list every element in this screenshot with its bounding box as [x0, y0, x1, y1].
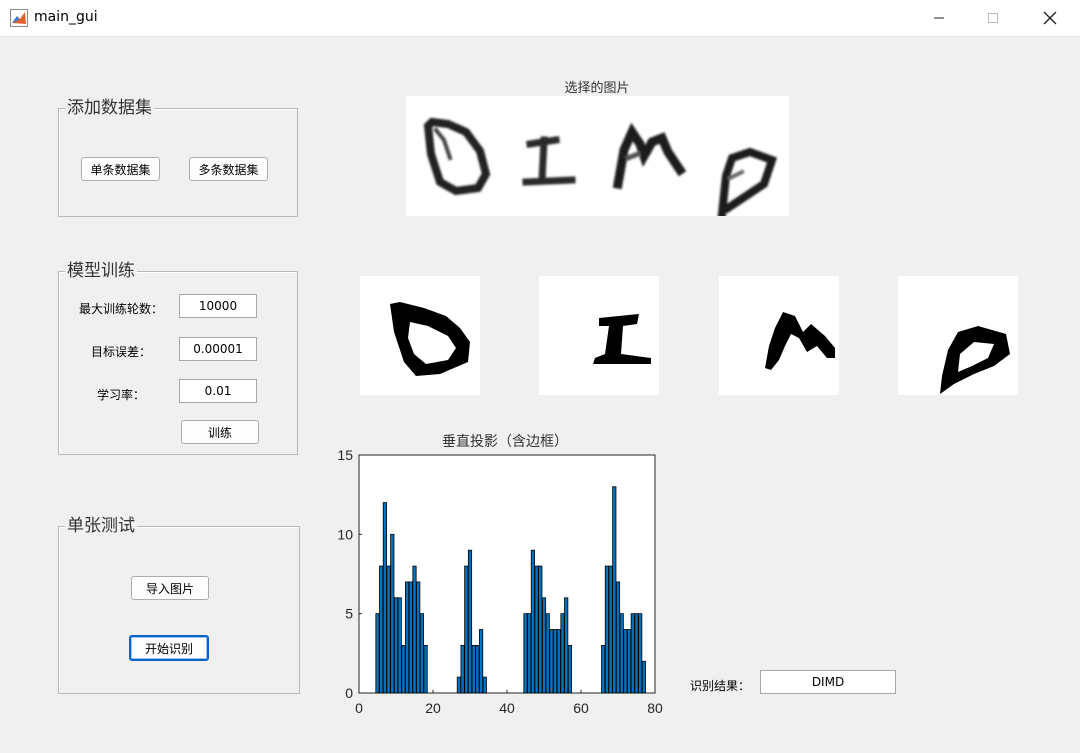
result-label: 识别结果：	[690, 679, 751, 693]
chart-bar	[405, 581, 410, 694]
segment-image-2	[539, 276, 659, 395]
chart-bar	[638, 613, 643, 694]
chart-bar	[615, 581, 621, 694]
segment-1-drawing	[390, 302, 470, 376]
chart-bar	[604, 565, 609, 694]
test-panel: 单张测试 导入图片 开始识别	[58, 515, 300, 694]
chart-bar	[634, 613, 639, 694]
chart-bar	[601, 644, 606, 694]
chart-bar	[556, 629, 561, 694]
minimize-button[interactable]	[916, 0, 962, 36]
y-tick-label: 10	[337, 526, 353, 542]
chart-bar	[412, 565, 417, 694]
chart-bar	[567, 644, 572, 694]
chart-bar	[471, 644, 476, 694]
y-tick-label: 5	[345, 606, 353, 622]
chart-bar	[479, 629, 484, 694]
window-title: main_gui	[34, 9, 98, 25]
segment-2-drawing	[593, 314, 651, 364]
chart-bar	[401, 644, 406, 694]
train-panel: 模型训练 最大训练轮数： 10000 目标误差： 0.00001 学习率： 0.…	[58, 260, 298, 455]
chart-bar	[538, 565, 543, 694]
chart-bar	[386, 565, 391, 694]
epochs-field[interactable]: 10000	[179, 294, 257, 318]
chart-title: 垂直投影（含边框）	[442, 433, 568, 450]
x-tick-label: 80	[647, 700, 663, 716]
chart-bar	[534, 565, 539, 694]
maximize-icon	[988, 13, 998, 23]
chart-bar	[416, 581, 421, 694]
chart-bar	[612, 486, 617, 694]
chart-bar	[527, 613, 532, 694]
recognize-button[interactable]: 开始识别	[129, 635, 209, 661]
chart-bar	[397, 597, 402, 694]
epochs-label: 最大训练轮数：	[79, 302, 164, 316]
test-panel-title: 单张测试	[65, 515, 137, 537]
selected-image-drawing	[423, 117, 778, 219]
selected-image	[406, 96, 789, 219]
chart-bar	[482, 676, 487, 694]
maximize-button[interactable]	[970, 0, 1016, 36]
chart-bar	[564, 597, 569, 694]
chart-bar	[460, 644, 465, 694]
chart-bar	[627, 629, 632, 694]
chart-bar	[375, 613, 380, 694]
chart-bar	[382, 502, 387, 694]
x-tick-label: 0	[355, 700, 363, 716]
goal-field[interactable]: 0.00001	[179, 337, 257, 361]
chart-bar	[623, 629, 628, 694]
x-tick-label: 20	[425, 700, 441, 716]
chart-bar	[530, 549, 535, 694]
multi-dataset-button[interactable]: 多条数据集	[189, 157, 268, 181]
result-field: DIMD	[760, 670, 896, 694]
projection-chart: 垂直投影（含边框） 0 20 40 60 80 0 5 10 15	[337, 433, 663, 716]
train-button[interactable]: 训练	[181, 420, 259, 444]
segment-3-drawing	[765, 312, 835, 370]
segment-image-4	[898, 276, 1018, 395]
chart-bar	[390, 533, 395, 694]
goal-label: 目标误差：	[91, 345, 152, 359]
chart-bar	[545, 613, 550, 694]
train-panel-title: 模型训练	[65, 260, 137, 282]
chart-bar	[523, 613, 528, 694]
chart-bar	[464, 565, 469, 694]
single-dataset-button[interactable]: 单条数据集	[81, 157, 160, 181]
learning-rate-field[interactable]: 0.01	[179, 379, 257, 403]
y-tick-label: 15	[337, 447, 353, 463]
learning-rate-label: 学习率：	[97, 388, 146, 402]
import-image-button[interactable]: 导入图片	[131, 576, 209, 600]
chart-bar	[456, 676, 461, 694]
chart-bar	[408, 581, 413, 694]
chart-bar	[475, 644, 480, 694]
chart-bar	[541, 597, 547, 694]
close-icon	[1043, 11, 1057, 25]
matlab-icon	[10, 9, 28, 27]
selected-image-title: 选择的图片	[564, 81, 630, 96]
chart-bar	[379, 565, 384, 694]
chart-bar	[608, 565, 613, 694]
chart-bar	[549, 629, 554, 694]
chart-bar	[619, 613, 624, 694]
segment-4-drawing	[940, 326, 1010, 394]
chart-bar	[423, 644, 428, 694]
chart-bar	[560, 613, 565, 694]
chart-bar	[641, 660, 646, 694]
segment-image-3	[719, 276, 839, 395]
chart-bar	[419, 613, 424, 694]
chart-bar	[467, 549, 473, 694]
chart-bar	[630, 613, 635, 694]
dataset-panel: 添加数据集 单条数据集 多条数据集	[58, 97, 298, 217]
chart-bar	[553, 629, 558, 694]
chart-bar	[393, 597, 399, 694]
minimize-icon	[934, 17, 944, 19]
close-button[interactable]	[1027, 0, 1073, 36]
segment-image-1	[360, 276, 480, 395]
dataset-panel-title: 添加数据集	[65, 97, 154, 119]
y-tick-label: 0	[345, 685, 353, 701]
x-tick-label: 40	[499, 700, 515, 716]
window-titlebar: main_gui	[0, 0, 1080, 37]
x-tick-label: 60	[573, 700, 589, 716]
